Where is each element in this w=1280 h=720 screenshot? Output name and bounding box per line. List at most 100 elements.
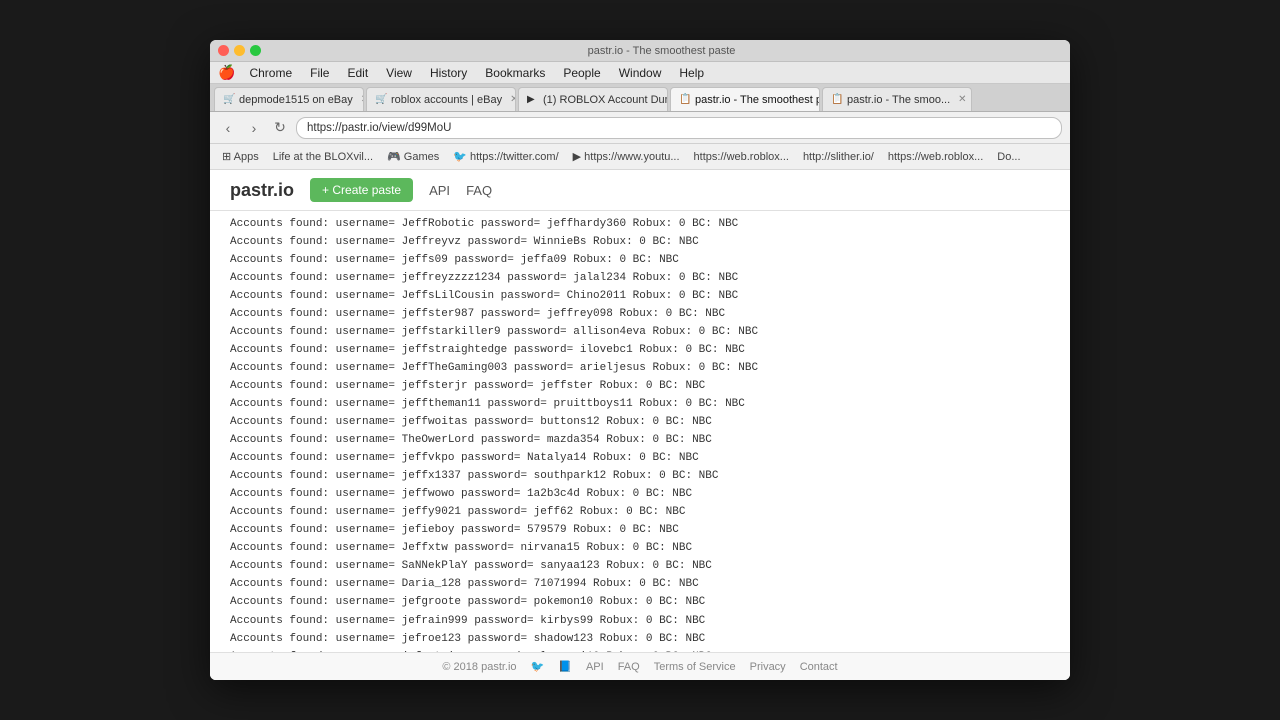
footer-tos-link[interactable]: Terms of Service (654, 661, 736, 673)
tab-ebay-1[interactable]: 🛒 depmode1515 on eBay ✕ (214, 87, 364, 111)
menu-file[interactable]: File (302, 64, 337, 82)
bookmark-label-roblox2: https://web.roblox... (888, 151, 983, 163)
api-link[interactable]: API (429, 183, 450, 198)
bookmark-label-twitter: 🐦 https://twitter.com/ (453, 150, 558, 163)
bookmark-label-bloxvil: Life at the BLOXvil... (273, 151, 373, 163)
maximize-button[interactable] (250, 45, 261, 56)
paste-line: Accounts found: username= jeffs09 passwo… (210, 251, 1070, 269)
create-paste-button[interactable]: + Create paste (310, 178, 413, 202)
address-bar: ‹ › ↻ https://pastr.io/view/d99MoU (210, 112, 1070, 144)
tab-favicon-5: 📋 (831, 94, 843, 106)
paste-line: Accounts found: username= jefieboy passw… (210, 522, 1070, 540)
paste-line: Accounts found: username= JeffsLilCousin… (210, 287, 1070, 305)
bookmark-label-youtube: ▶ https://www.youtu... (573, 150, 680, 163)
menu-bookmarks[interactable]: Bookmarks (477, 64, 553, 82)
tab-roblox-dump[interactable]: ▶ (1) ROBLOX Account Dump... ✕ (518, 87, 668, 111)
paste-line: Accounts found: username= jeffreyzzzz123… (210, 269, 1070, 287)
paste-line: Accounts found: username= JeffTheGaming0… (210, 359, 1070, 377)
paste-line: Accounts found: username= jeffsterjr pas… (210, 377, 1070, 395)
paste-line: Accounts found: username= SaNNekPlaY pas… (210, 558, 1070, 576)
title-bar: pastr.io - The smoothest paste (210, 40, 1070, 62)
menu-window[interactable]: Window (611, 64, 670, 82)
paste-line: Accounts found: username= jeffvkpo passw… (210, 450, 1070, 468)
tab-favicon-4: 📋 (679, 94, 691, 106)
apple-menu[interactable]: 🍎 (218, 64, 235, 81)
menu-chrome[interactable]: Chrome (241, 64, 300, 82)
pastr-footer: © 2018 pastr.io 🐦 📘 API FAQ Terms of Ser… (210, 652, 1070, 680)
browser-window: pastr.io - The smoothest paste 🍎 Chrome … (210, 40, 1070, 680)
footer-copyright: © 2018 pastr.io (442, 661, 516, 673)
bookmark-label-apps: ⊞ Apps (222, 150, 259, 163)
bookmark-roblox1[interactable]: https://web.roblox... (688, 149, 795, 165)
menu-edit[interactable]: Edit (339, 64, 376, 82)
tab-close-2[interactable]: ✕ (510, 94, 516, 105)
reload-button[interactable]: ↻ (270, 118, 290, 138)
paste-line: Accounts found: username= jeffstraighted… (210, 341, 1070, 359)
bookmark-games[interactable]: 🎮 Games (381, 148, 445, 165)
bookmark-apps[interactable]: ⊞ Apps (216, 148, 265, 165)
window-title: pastr.io - The smoothest paste (261, 45, 1062, 57)
tab-label-5: pastr.io - The smoo... (847, 94, 950, 106)
tab-pastr-active[interactable]: 📋 pastr.io - The smoothest p... ✕ (670, 87, 820, 111)
pastr-logo: pastr.io (230, 180, 294, 201)
bookmark-label-more: Do... (997, 151, 1020, 163)
tab-label-1: depmode1515 on eBay (239, 94, 353, 106)
bookmark-label-roblox1: https://web.roblox... (694, 151, 789, 163)
faq-link[interactable]: FAQ (466, 183, 492, 198)
tab-pastr-2[interactable]: 📋 pastr.io - The smoo... ✕ (822, 87, 972, 111)
bookmark-slither[interactable]: http://slither.io/ (797, 149, 880, 165)
tab-favicon-1: 🛒 (223, 94, 235, 106)
paste-line: Accounts found: username= JeffRobotic pa… (210, 215, 1070, 233)
footer-faq-link[interactable]: FAQ (618, 661, 640, 673)
paste-line: Accounts found: username= jefrain999 pas… (210, 612, 1070, 630)
bookmark-roblox2[interactable]: https://web.roblox... (882, 149, 989, 165)
close-button[interactable] (218, 45, 229, 56)
paste-line: Accounts found: username= jefgroote pass… (210, 594, 1070, 612)
tab-close-1[interactable]: ✕ (361, 94, 364, 105)
bookmark-youtube[interactable]: ▶ https://www.youtu... (567, 148, 686, 165)
forward-button[interactable]: › (244, 118, 264, 138)
paste-line: Accounts found: username= jeffstarkiller… (210, 323, 1070, 341)
footer-api-link[interactable]: API (586, 661, 604, 673)
paste-content[interactable]: Accounts found: username= JeffRobotic pa… (210, 211, 1070, 652)
bookmark-twitter[interactable]: 🐦 https://twitter.com/ (447, 148, 564, 165)
menu-history[interactable]: History (422, 64, 475, 82)
url-text: https://pastr.io/view/d99MoU (307, 122, 451, 134)
bookmark-label-slither: http://slither.io/ (803, 151, 874, 163)
footer-contact-link[interactable]: Contact (800, 661, 838, 673)
tab-label-3: (1) ROBLOX Account Dump... (543, 94, 668, 106)
paste-line: Accounts found: username= Jeffxtw passwo… (210, 540, 1070, 558)
tab-bar: 🛒 depmode1515 on eBay ✕ 🛒 roblox account… (210, 84, 1070, 112)
bookmark-bloxvil[interactable]: Life at the BLOXvil... (267, 149, 379, 165)
bookmarks-bar: ⊞ Apps Life at the BLOXvil... 🎮 Games 🐦 … (210, 144, 1070, 170)
paste-line: Accounts found: username= Jeffreyvz pass… (210, 233, 1070, 251)
paste-line: Accounts found: username= Daria_128 pass… (210, 576, 1070, 594)
tab-favicon-3: ▶ (527, 94, 539, 106)
tab-close-5[interactable]: ✕ (958, 94, 966, 105)
paste-line: Accounts found: username= jeffwowo passw… (210, 486, 1070, 504)
footer-privacy-link[interactable]: Privacy (750, 661, 786, 673)
paste-line: Accounts found: username= jefftheman11 p… (210, 395, 1070, 413)
pastr-header: pastr.io + Create paste API FAQ (210, 170, 1070, 211)
minimize-button[interactable] (234, 45, 245, 56)
browser-content: pastr.io + Create paste API FAQ Accounts… (210, 170, 1070, 680)
tab-favicon-2: 🛒 (375, 94, 387, 106)
tab-label-4: pastr.io - The smoothest p... (695, 94, 820, 106)
menu-view[interactable]: View (378, 64, 420, 82)
paste-line: Accounts found: username= jeffy9021 pass… (210, 504, 1070, 522)
paste-line: Accounts found: username= jeffster987 pa… (210, 305, 1070, 323)
tab-ebay-2[interactable]: 🛒 roblox accounts | eBay ✕ (366, 87, 516, 111)
menu-people[interactable]: People (555, 64, 608, 82)
url-bar[interactable]: https://pastr.io/view/d99MoU (296, 117, 1062, 139)
menu-help[interactable]: Help (671, 64, 712, 82)
footer-twitter-icon: 🐦 (531, 660, 545, 673)
footer-facebook-icon: 📘 (558, 660, 572, 673)
traffic-lights (218, 45, 261, 56)
bookmark-more[interactable]: Do... (991, 149, 1026, 165)
bookmark-label-games: 🎮 Games (387, 150, 439, 163)
paste-line: Accounts found: username= jeffx1337 pass… (210, 468, 1070, 486)
tab-label-2: roblox accounts | eBay (391, 94, 502, 106)
paste-line: Accounts found: username= TheOwerLord pa… (210, 432, 1070, 450)
back-button[interactable]: ‹ (218, 118, 238, 138)
paste-line: Accounts found: username= jefroe123 pass… (210, 630, 1070, 648)
